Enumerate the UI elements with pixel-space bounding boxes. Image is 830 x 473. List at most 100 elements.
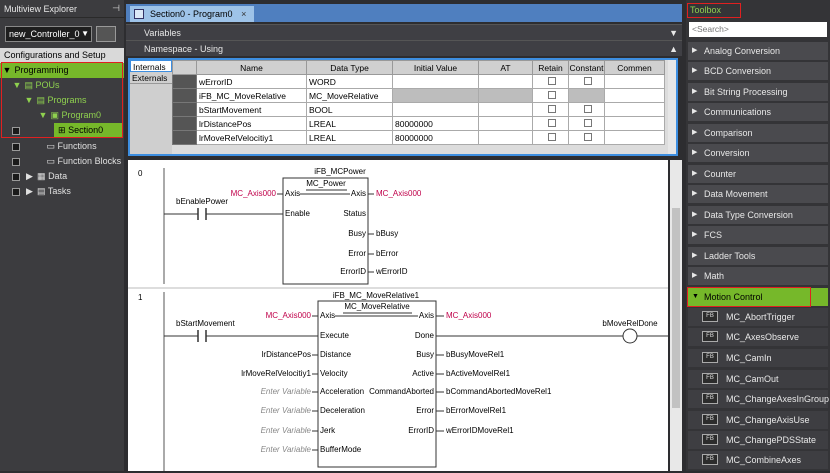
comment-cell[interactable] [604, 102, 665, 117]
toolbox-category[interactable]: ▶ Data Movement [688, 185, 828, 203]
tree-item-tasks[interactable]: ▶ ▤ Tasks [0, 184, 124, 199]
chevron-down-icon[interactable]: ▼ [669, 25, 678, 41]
tree-item-programs[interactable]: ▼ ▤ Programs [0, 93, 124, 108]
var-type-cell[interactable]: BOOL [306, 102, 393, 117]
toolbox-fb-item[interactable]: FB MC_AbortTrigger [688, 308, 828, 326]
comment-cell[interactable] [604, 88, 665, 103]
var-type-cell[interactable]: LREAL [306, 116, 393, 131]
retain-cell[interactable] [532, 116, 569, 131]
tree-item-programming[interactable]: ▼ Programming [0, 63, 124, 78]
tab-externals[interactable]: Externals [130, 72, 172, 84]
ladder-editor[interactable]: 0 iFB_MCPower MC_Power MC_Axis000 Axis A… [128, 160, 668, 471]
var-name-cell[interactable]: wErrorID [196, 74, 307, 89]
chevron-down-icon[interactable]: ▼ [24, 93, 34, 108]
retain-cell[interactable] [532, 102, 569, 117]
row-handle[interactable] [172, 74, 197, 89]
output-var[interactable]: bCommandAbortedMoveRel1 [446, 387, 552, 396]
output-var[interactable]: bBusy [376, 229, 398, 238]
toolbox-search-input[interactable] [689, 22, 827, 37]
input-var[interactable]: lrDistancePos [262, 350, 311, 359]
controller-status-button[interactable] [96, 26, 116, 42]
var-type-cell[interactable]: MC_MoveRelative [306, 88, 393, 103]
comment-cell[interactable] [604, 74, 665, 89]
output-coil[interactable] [622, 328, 638, 344]
tree-item-data[interactable]: ▶ ▦ Data [0, 169, 124, 184]
column-header[interactable]: Data Type [306, 60, 393, 75]
table-row[interactable]: lrMoveRelVelocitiy1 LREAL 80000000 [172, 130, 665, 145]
constant-checkbox[interactable] [583, 104, 592, 113]
column-header[interactable]: Constant [568, 60, 605, 75]
toolbox-fb-item[interactable]: FB MC_AxesObserve [688, 328, 828, 346]
enter-variable-placeholder[interactable]: Enter Variable [261, 406, 312, 415]
toolbox-category[interactable]: ▶ Ladder Tools [688, 247, 828, 265]
constant-cell[interactable] [568, 130, 605, 145]
tab-section0-program0[interactable]: Section0 - Program0 × [130, 6, 255, 22]
enter-variable-placeholder[interactable]: Enter Variable [261, 445, 312, 454]
retain-checkbox[interactable] [547, 118, 556, 127]
axis-out-var[interactable]: MC_Axis000 [376, 189, 422, 198]
output-var[interactable]: wErrorIDMoveRel1 [445, 426, 514, 435]
output-var[interactable]: bBusyMoveRel1 [446, 350, 505, 359]
tree-item-program0[interactable]: ▼ ▣ Program0 [0, 108, 124, 123]
row-handle[interactable] [172, 116, 197, 131]
chevron-right-icon[interactable]: ▶ [25, 169, 35, 184]
close-icon[interactable]: × [241, 9, 246, 19]
scrollbar-thumb[interactable] [672, 208, 680, 408]
retain-cell[interactable] [532, 130, 569, 145]
ladder-scrollbar[interactable] [670, 160, 682, 471]
var-type-cell[interactable]: WORD [306, 74, 393, 89]
chevron-down-icon[interactable]: ▼ [12, 78, 22, 93]
var-at-cell[interactable] [478, 130, 533, 145]
tree-item-configurations[interactable]: Configurations and Setup [0, 48, 124, 63]
toolbox-category[interactable]: ▶ Comparison [688, 124, 828, 142]
var-name-cell[interactable]: lrDistancePos [196, 116, 307, 131]
toolbox-category[interactable]: ▶ Counter [688, 165, 828, 183]
constant-checkbox[interactable] [583, 76, 592, 85]
var-init-cell[interactable]: 80000000 [392, 116, 479, 131]
axis-out-var[interactable]: MC_Axis000 [446, 311, 492, 320]
row-handle[interactable] [172, 130, 197, 145]
column-header[interactable]: AT [478, 60, 533, 75]
retain-cell[interactable] [532, 74, 569, 89]
contact-var[interactable]: bStartMovement [176, 319, 235, 328]
toolbox-category[interactable]: ▶ Communications [688, 103, 828, 121]
var-at-cell[interactable] [478, 74, 533, 89]
axis-in-var[interactable]: MC_Axis000 [231, 189, 277, 198]
var-name-cell[interactable]: lrMoveRelVelocitiy1 [196, 130, 307, 145]
var-name-cell[interactable]: iFB_MC_MoveRelative [196, 88, 307, 103]
constant-cell[interactable] [568, 116, 605, 131]
retain-cell[interactable] [532, 88, 569, 103]
var-init-cell[interactable] [392, 102, 479, 117]
output-var[interactable]: bErrorMovelRel1 [446, 406, 507, 415]
table-row[interactable]: wErrorID WORD [172, 74, 665, 89]
toolbox-category[interactable]: ▶ FCS [688, 226, 828, 244]
toolbox-category[interactable]: ▶ Analog Conversion [688, 42, 828, 60]
constant-checkbox[interactable] [583, 132, 592, 141]
enter-variable-placeholder[interactable]: Enter Variable [261, 387, 312, 396]
row-handle[interactable] [172, 102, 197, 117]
comment-cell[interactable] [604, 130, 665, 145]
toolbox-category[interactable]: ▶ Math [688, 267, 828, 285]
namespace-bar[interactable]: Namespace - Using ▲ [126, 40, 682, 56]
coil-var[interactable]: bMoveRelDone [602, 319, 658, 328]
table-row[interactable]: bStartMovement BOOL [172, 102, 665, 117]
axis-in-var[interactable]: MC_Axis000 [266, 311, 312, 320]
toolbox-fb-item[interactable]: FB MC_CombineAxes [688, 451, 828, 469]
toolbox-fb-item[interactable]: FB MC_ChangeAxesInGroup [688, 390, 829, 408]
var-at-cell[interactable] [478, 102, 533, 117]
constant-cell[interactable] [568, 74, 605, 89]
toolbox-fb-item[interactable]: FB MC_ChangeAxisUse [688, 411, 828, 429]
enter-variable-placeholder[interactable]: Enter Variable [261, 426, 312, 435]
constant-cell[interactable] [568, 102, 605, 117]
column-header[interactable]: Retain [532, 60, 569, 75]
constant-checkbox[interactable] [583, 118, 592, 127]
contact-var[interactable]: bEnablePower [176, 197, 228, 206]
ladder-diagram[interactable]: 0 iFB_MCPower MC_Power MC_Axis000 Axis A… [128, 160, 668, 471]
toolbox-category[interactable]: ▶ Bit String Processing [688, 83, 828, 101]
chevron-right-icon[interactable]: ▶ [25, 184, 35, 199]
retain-checkbox[interactable] [547, 132, 556, 141]
fb-instance-name[interactable]: iFB_MC_MoveRelative1 [333, 291, 420, 300]
row-handle[interactable] [172, 88, 197, 103]
variables-bar[interactable]: Variables ▼ [126, 24, 682, 40]
toolbox-category[interactable]: ▶ Data Type Conversion [688, 206, 828, 224]
